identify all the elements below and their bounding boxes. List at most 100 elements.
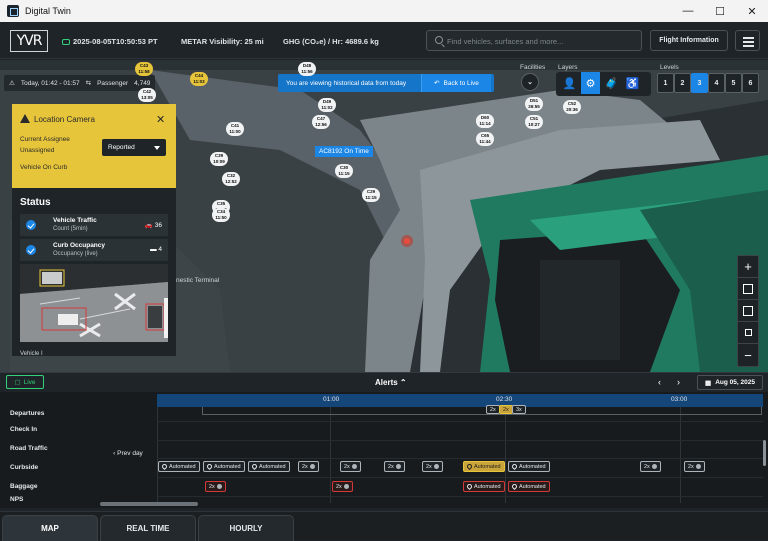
status-select[interactable]: Reported	[102, 139, 166, 156]
baggage-alert-pill[interactable]: Automated	[508, 481, 550, 492]
warning-icon: ⚠	[9, 80, 15, 87]
gate-time: 11:00	[229, 129, 241, 134]
frame-button[interactable]	[738, 300, 758, 322]
gate-marker[interactable]: C44 11:03	[190, 72, 208, 86]
level-3-button[interactable]: 3	[691, 73, 708, 93]
pill-label: Automated	[519, 483, 546, 490]
tab-map[interactable]: MAP	[2, 515, 98, 541]
minimize-button[interactable]: —	[672, 0, 704, 22]
gate-marker[interactable]: C41 11:00	[226, 122, 244, 136]
curbside-alert-pill[interactable]: Automated	[158, 461, 200, 472]
level-6-button[interactable]: 6	[742, 73, 759, 93]
gate-marker[interactable]: C52 20:36	[563, 100, 581, 114]
curbside-alert-pill[interactable]: 2x	[384, 461, 405, 472]
date-picker-button[interactable]: ▦ Aug 05, 2025	[697, 375, 763, 390]
curbside-alert-pill[interactable]: Automated	[508, 461, 550, 472]
menu-icon	[743, 37, 754, 39]
gate-marker[interactable]: C51 10:27	[525, 115, 543, 129]
facilities-label: Facilities	[520, 64, 546, 71]
row-label-check-in: Check In	[10, 426, 38, 433]
gate-marker[interactable]: D60 11:14	[476, 114, 494, 128]
level-5-button[interactable]: 5	[725, 73, 742, 93]
prev-date-arrow-icon[interactable]: ‹	[658, 377, 661, 387]
level-2-button[interactable]: 2	[674, 73, 691, 93]
alerts-toggle[interactable]: Alerts ⌃	[375, 378, 407, 387]
gate-time: 11:02	[321, 105, 333, 110]
status-row-vehicle-traffic[interactable]: Vehicle Traffic Count (5min) 🚗 36	[20, 214, 168, 236]
header-badge[interactable]: 2x	[486, 405, 500, 414]
count-dot-icon	[433, 464, 439, 469]
gate-marker[interactable]: D51 26:55	[525, 97, 543, 111]
level-4-button[interactable]: 4	[708, 73, 725, 93]
person-layer-button[interactable]: 👤	[560, 72, 579, 94]
gate-time: 11:14	[479, 121, 491, 126]
facilities-toggle-button[interactable]: ⌄	[521, 73, 539, 91]
back-to-live-button[interactable]: ↶ Back to Live	[421, 74, 491, 92]
tab-real-time[interactable]: REAL TIME	[100, 515, 196, 541]
curbside-alert-pill[interactable]: 2x	[640, 461, 661, 472]
vehicle-layer-button[interactable]: ⚙	[581, 72, 600, 94]
live-clock-icon	[62, 39, 70, 45]
tick-label: 03:00	[671, 396, 688, 403]
zoom-out-button[interactable]: −	[738, 344, 758, 366]
curbside-alert-pill[interactable]: Automated	[248, 461, 290, 472]
maximize-button[interactable]: ☐	[704, 0, 736, 22]
gate-marker[interactable]: D48 11:56	[298, 62, 316, 76]
curbside-alert-pill[interactable]: 2x	[422, 461, 443, 472]
baggage-layer-button[interactable]: 🧳	[602, 72, 621, 94]
gate-marker[interactable]: C65 11:44	[476, 132, 494, 146]
fullscreen-button[interactable]	[738, 278, 758, 300]
baggage-alert-pill[interactable]: 2x	[332, 481, 353, 492]
tab-hourly[interactable]: HOURLY	[198, 515, 294, 541]
pin-icon	[510, 462, 519, 471]
gate-marker[interactable]: C47 12:56	[312, 115, 330, 129]
gate-time: 20:36	[566, 107, 578, 112]
header-badge[interactable]: 3x	[512, 405, 526, 414]
search-input[interactable]	[447, 34, 637, 48]
live-button[interactable]: ▢ Live	[6, 375, 44, 389]
next-date-arrow-icon[interactable]: ›	[677, 377, 680, 387]
camera-feed-image[interactable]	[20, 264, 168, 342]
curbside-alert-pill[interactable]: 2x	[684, 461, 705, 472]
horizontal-scrollbar[interactable]	[100, 502, 198, 506]
gate-marker[interactable]: C30 11:15	[335, 164, 353, 178]
passenger-icon: ⇆	[85, 80, 92, 87]
curbside-alert-pill[interactable]: 2x	[340, 461, 361, 472]
metar-readout: METAR Visibility: 25 mi	[181, 37, 264, 46]
gate-marker[interactable]: C34 11:50	[212, 208, 230, 222]
gate-marker[interactable]: C42 13:05	[138, 88, 156, 102]
curbside-alert-pill[interactable]: Automated	[203, 461, 245, 472]
baggage-alert-pill[interactable]: Automated	[463, 481, 505, 492]
pin-icon	[465, 462, 474, 471]
status-row-curb-occupancy[interactable]: Curb Occupancy Occupancy (live) ▬ 4	[20, 239, 168, 261]
header-badge[interactable]: 2x	[499, 405, 513, 414]
baggage-alert-pill[interactable]: 2x	[205, 481, 226, 492]
gate-marker[interactable]: C29 11:15	[362, 188, 380, 202]
zoom-in-button[interactable]: +	[738, 256, 758, 278]
accessibility-layer-button[interactable]: ♿	[623, 72, 642, 94]
checkbox-checked-icon[interactable]	[26, 220, 36, 230]
app-icon	[7, 5, 19, 17]
flight-tag[interactable]: AC8192 On Time	[315, 146, 373, 157]
close-icon[interactable]: ✕	[156, 113, 165, 126]
camera-view-button[interactable]	[738, 322, 758, 344]
status-row-title: Vehicle Traffic	[53, 217, 97, 224]
vertical-scrollbar[interactable]	[763, 440, 766, 466]
gate-marker[interactable]: C39 10:09	[210, 152, 228, 166]
gate-time: 11:15	[365, 195, 377, 200]
flight-information-button[interactable]: Flight Information	[650, 30, 728, 51]
gate-marker[interactable]: C43 11:58	[135, 62, 153, 76]
hamburger-menu-button[interactable]	[735, 30, 760, 51]
warning-icon	[20, 114, 30, 123]
search-box[interactable]	[426, 30, 642, 51]
pill-label: Automated	[474, 483, 501, 490]
pin-icon	[160, 462, 169, 471]
curbside-alert-pill[interactable]: Automated	[463, 461, 505, 472]
checkbox-checked-icon[interactable]	[26, 245, 36, 255]
gate-marker[interactable]: D49 11:02	[318, 98, 336, 112]
close-window-button[interactable]: ✕	[736, 0, 768, 22]
prev-day-button[interactable]: ‹ Prev day	[99, 450, 157, 457]
gate-marker[interactable]: C32 12:52	[222, 172, 240, 186]
curbside-alert-pill[interactable]: 2x	[298, 461, 319, 472]
level-1-button[interactable]: 1	[657, 73, 674, 93]
